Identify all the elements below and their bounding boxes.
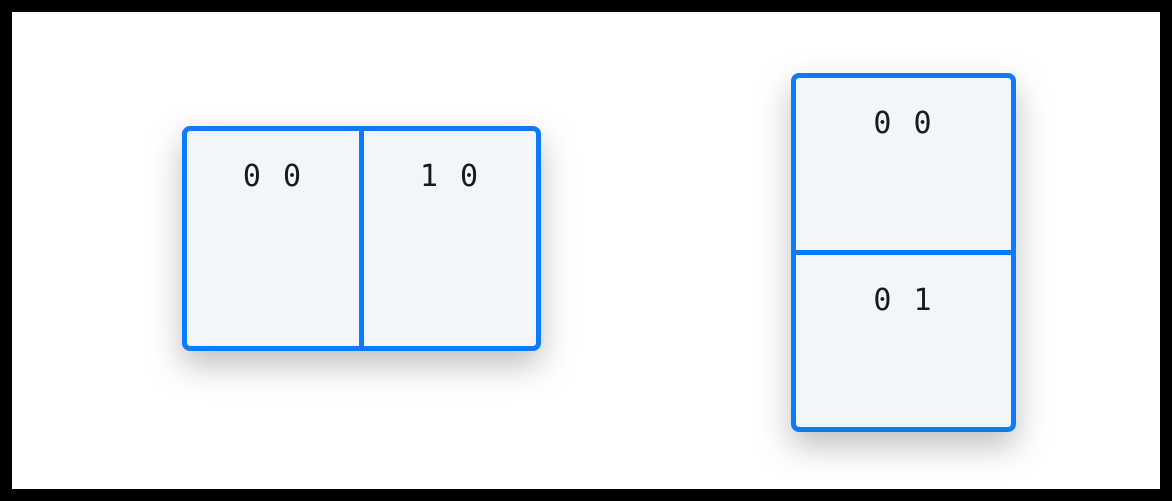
card-label: 1 0 xyxy=(420,159,480,194)
card-label: 0 0 xyxy=(243,159,303,194)
card: 0 1 xyxy=(791,250,1016,432)
card: 1 0 xyxy=(359,126,541,351)
diagram-canvas: 0 0 1 0 0 0 0 1 xyxy=(12,12,1160,489)
card-group-vertical: 0 0 0 1 xyxy=(791,73,1016,432)
card-group-horizontal: 0 0 1 0 xyxy=(182,126,541,351)
card: 0 0 xyxy=(182,126,364,351)
card: 0 0 xyxy=(791,73,1016,255)
card-label: 0 1 xyxy=(873,283,933,318)
card-label: 0 0 xyxy=(873,106,933,141)
